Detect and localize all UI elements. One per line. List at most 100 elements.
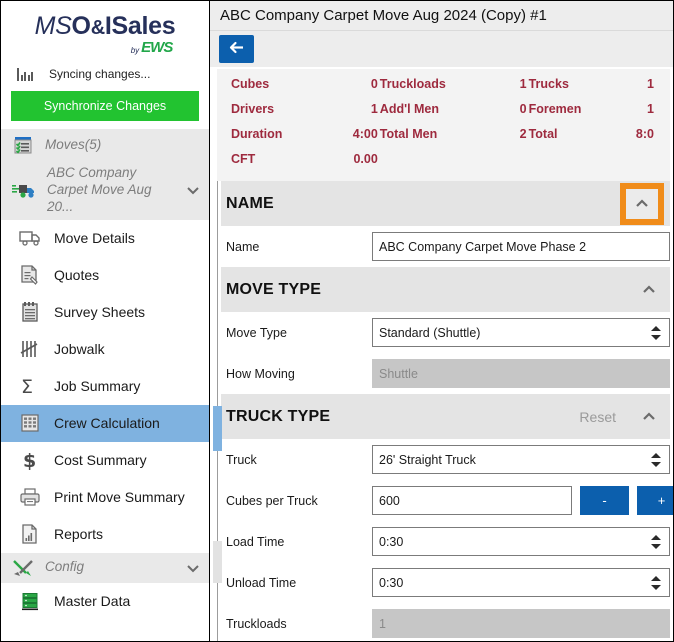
collapse-name-section-chevron-up-icon[interactable] [620,182,664,225]
section-header-truck-type[interactable]: TRUCK TYPE Reset [218,394,670,439]
nav-group-moves[interactable]: Moves(5) [1,129,209,161]
truck-outline-icon [18,226,42,250]
tally-marks-icon [18,337,42,361]
sidebar-item-job-summary[interactable]: Σ Job Summary [1,368,209,405]
unload-time-select[interactable] [372,568,670,597]
field-row-truckloads: Truckloads 1 [218,603,670,641]
page-title: ABC Company Carpet Move Aug 2024 (Copy) … [220,7,547,24]
sync-status-row: Syncing changes... [1,61,209,87]
reset-truck-type-button[interactable]: Reset [579,409,616,425]
logo-company: EWS [141,38,173,56]
form-scroll-area: NAME Name MOVE TYPE [210,181,673,641]
sidebar-item-quotes-label: Quotes [54,267,100,284]
stat-drivers: Drivers 1 [231,102,380,127]
stat-key: Cubes [231,77,270,91]
increment-cubes-button[interactable]: + [637,486,673,515]
sidebar-item-jobwalk-label: Jobwalk [54,341,105,358]
stats-summary: Cubes 0 Truckloads 1 Trucks 1 Drivers 1 Add'… [217,69,670,187]
sidebar-item-reports[interactable]: Reports [1,516,209,553]
back-button[interactable] [219,35,254,63]
stat-addl-men: Add'l Men 0 [380,102,529,127]
vertical-scrollbar[interactable] [213,181,222,641]
field-label-name: Name [226,239,260,254]
stat-total: Total 8:0 [529,127,656,152]
field-label-truckloads: Truckloads [226,616,287,631]
sidebar-item-print-move-summary[interactable]: Print Move Summary [1,479,209,516]
stat-value: 4:00 [352,127,378,141]
truck-icon [11,179,37,201]
stat-value: 1 [647,77,654,91]
stats-row: CFT 0.00 [231,152,656,177]
sidebar-item-reports-label: Reports [54,526,104,543]
stat-value: 0 [370,77,378,91]
sidebar-item-move-details[interactable]: Move Details [1,220,209,257]
dollar-icon: $ [18,448,42,472]
move-type-select[interactable] [372,318,670,347]
sidebar-item-job-summary-label: Job Summary [54,378,141,395]
stat-trucks: Trucks 1 [529,77,656,102]
sidebar-item-quotes[interactable]: Quotes [1,257,209,294]
chevron-down-icon[interactable] [185,182,201,198]
stat-key: Add'l Men [379,102,440,116]
form-panel: NAME Name MOVE TYPE [218,181,673,641]
stat-duration: Duration 4:00 [231,127,380,152]
name-input[interactable] [372,232,670,261]
sidebar-item-crew-calculation[interactable]: Crew Calculation [1,404,209,442]
printer-icon [18,485,42,509]
stat-key: Foremen [528,102,582,116]
field-row-unload-time: Unload Time [218,562,670,603]
field-label-how-moving: How Moving [226,366,295,381]
nav-group-config-label: Config [45,559,85,575]
stats-row: Duration 4:00 Total Men 2 Total 8:0 [231,127,656,152]
sync-status-label: Syncing changes... [49,67,151,81]
section-header-move-type[interactable]: MOVE TYPE [218,267,670,312]
how-moving-readonly: Shuttle [372,359,670,388]
stat-key: Duration [231,127,283,141]
stat-key: CFT [231,152,256,166]
sidebar-item-survey-sheets[interactable]: Survey Sheets [1,294,209,331]
quote-document-icon [18,263,42,287]
nav-group-config[interactable]: Config [1,552,209,583]
stat-value: 0.00 [353,152,378,166]
cubes-per-truck-input[interactable] [372,486,572,515]
nav-group-current-move[interactable]: ABC Company Carpet Move Aug 20... [1,161,209,220]
section-header-name[interactable]: NAME [218,181,670,226]
stat-empty [380,152,529,177]
svg-text:$: $ [23,450,36,471]
stat-value: 1 [519,77,527,91]
sidebar-item-master-data[interactable]: Master Data [1,583,209,620]
collapse-truck-type-section-chevron-up-icon[interactable] [634,402,664,432]
synchronize-changes-button[interactable]: Synchronize Changes [11,91,199,121]
stat-key: Trucks [528,77,569,91]
logo-by-text: by [130,45,140,55]
report-chart-icon [18,522,42,546]
stat-key: Truckloads [379,77,446,91]
collapse-move-type-section-chevron-up-icon[interactable] [634,275,664,305]
stat-value: 2 [519,127,527,141]
stat-value: 1 [370,102,378,116]
stat-value: 8:0 [635,127,654,141]
scrollbar-thumb[interactable] [213,406,222,451]
sidebar-item-jobwalk[interactable]: Jobwalk [1,331,209,368]
section-title-name: NAME [226,194,274,212]
moves-list-icon [11,133,35,157]
scrollbar-lower-region[interactable] [213,541,222,583]
section-title-truck-type: TRUCK TYPE [226,407,331,425]
sidebar-item-move-details-label: Move Details [54,230,135,247]
stat-key: Total Men [379,127,438,141]
field-label-cubes-per-truck: Cubes per Truck [226,493,318,508]
stat-value: 1 [647,102,654,116]
load-time-select[interactable] [372,527,670,556]
chevron-down-icon[interactable] [185,560,201,576]
stat-truckloads: Truckloads 1 [380,77,529,102]
field-row-cubes-per-truck: Cubes per Truck - + [218,480,673,521]
field-label-truck: Truck [226,452,257,467]
app-window: MSO&ISales by EWS Syncing changes... Syn… [0,0,674,642]
nav-group-moves-label: Moves(5) [45,136,102,152]
sidebar-item-cost-summary[interactable]: $ Cost Summary [1,442,209,479]
sidebar-item-cost-summary-label: Cost Summary [54,452,147,469]
decrement-cubes-button[interactable]: - [580,486,629,515]
truck-select[interactable] [372,445,670,474]
stat-cubes: Cubes 0 [231,77,380,102]
stats-row: Drivers 1 Add'l Men 0 Foremen 1 [231,102,656,127]
